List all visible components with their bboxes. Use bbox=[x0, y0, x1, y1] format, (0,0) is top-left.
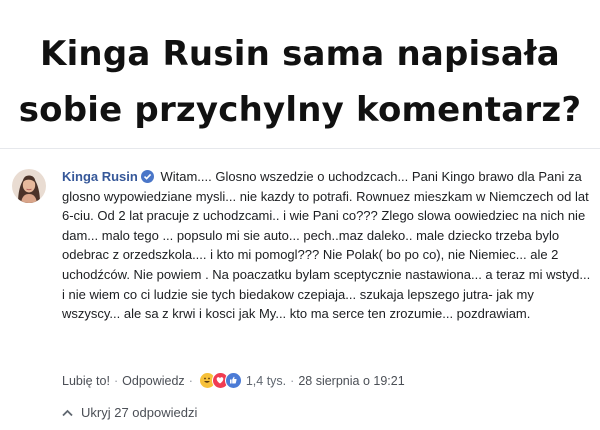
comment-date[interactable]: 28 sierpnia o 19:21 bbox=[298, 374, 404, 388]
like-link[interactable]: Lubię to! bbox=[62, 374, 110, 388]
profile-photo bbox=[12, 169, 46, 203]
comment-body: Kinga Rusin Witam.... Glosno wszedzie o … bbox=[62, 167, 592, 324]
verified-badge-icon bbox=[140, 170, 154, 183]
separator: · bbox=[113, 373, 119, 388]
headline: Kinga Rusin sama napisała sobie przychyl… bbox=[0, 26, 600, 138]
comment-author[interactable]: Kinga Rusin bbox=[62, 169, 138, 184]
comment-text: Witam.... Glosno wszedzie o uchodzcach..… bbox=[62, 169, 591, 322]
headline-line-2: sobie przychylny komentarz? bbox=[18, 90, 582, 130]
chevron-up-icon bbox=[62, 405, 73, 420]
reply-link[interactable]: Odpowiedz bbox=[122, 374, 185, 388]
hide-replies-toggle[interactable]: Ukryj 27 odpowiedzi bbox=[62, 405, 197, 420]
comment-actions: Lubię to! · Odpowiedz · 1,4 tys. · 28 si… bbox=[62, 372, 405, 389]
hide-replies-label: Ukryj 27 odpowiedzi bbox=[81, 405, 198, 420]
like-icon bbox=[224, 372, 242, 389]
avatar[interactable] bbox=[12, 169, 46, 203]
reaction-count[interactable]: 1,4 tys. bbox=[246, 374, 286, 388]
separator: · bbox=[188, 373, 193, 388]
separator: · bbox=[290, 373, 295, 388]
comment-screenshot: Kinga Rusin Witam.... Glosno wszedzie o … bbox=[0, 148, 600, 430]
reactions-summary[interactable] bbox=[198, 372, 242, 389]
headline-line-1: Kinga Rusin sama napisała bbox=[40, 34, 560, 74]
